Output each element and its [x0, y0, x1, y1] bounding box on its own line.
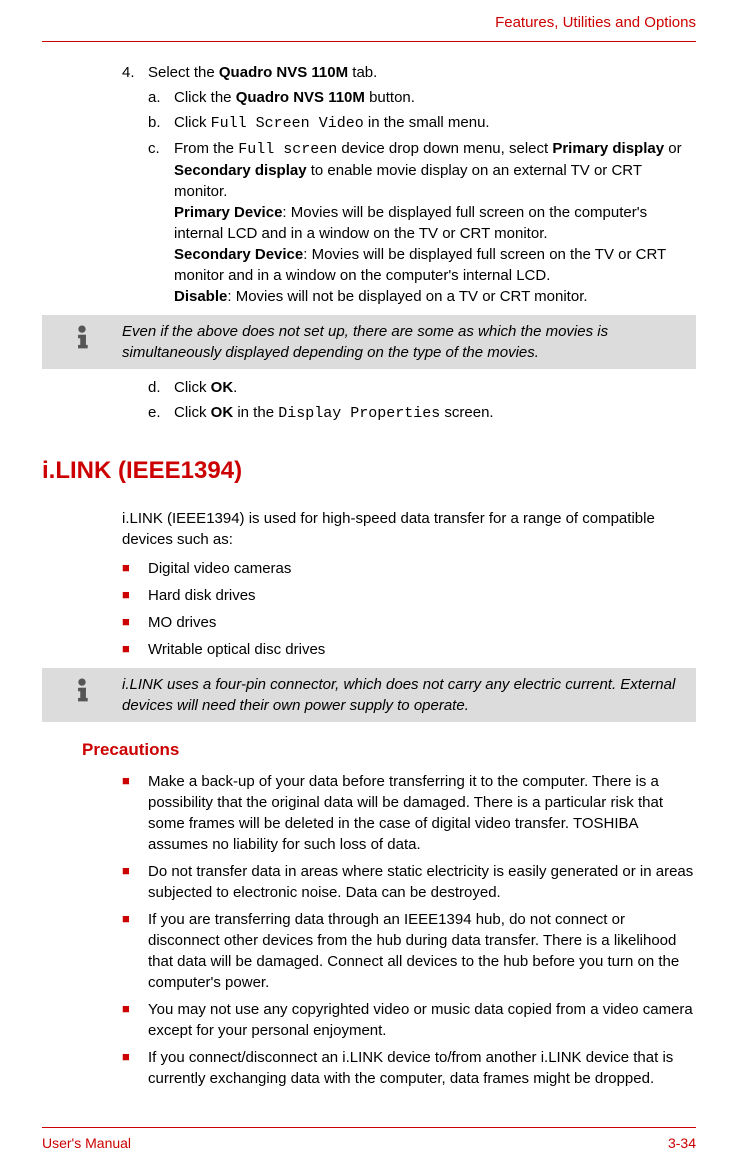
sub-body: From the Full screen device drop down me… — [174, 138, 696, 307]
list-item: ■ Make a back-up of your data before tra… — [122, 771, 696, 855]
list-text: If you are transferring data through an … — [148, 909, 696, 993]
sub-steps: a. Click the Quadro NVS 110M button. b. … — [122, 87, 696, 307]
note-text: i.LINK uses a four-pin connector, which … — [122, 674, 686, 716]
mono-text: Full Screen Video — [211, 115, 364, 132]
step-text: Select the Quadro NVS 110M tab. — [148, 62, 377, 83]
text: From the — [174, 140, 238, 157]
text: or — [664, 140, 682, 157]
text: Click the — [174, 89, 236, 106]
text: Select the — [148, 64, 219, 81]
ilink-list: ■ Digital video cameras ■ Hard disk driv… — [122, 558, 696, 660]
list-text: Do not transfer data in areas where stat… — [148, 861, 696, 903]
text: device drop down menu, select — [337, 140, 552, 157]
precautions-heading: Precautions — [82, 738, 696, 762]
bold-text: Primary display — [552, 140, 664, 157]
sub-body: Click OK in the Display Properties scree… — [174, 402, 696, 424]
list-item: ■ Do not transfer data in areas where st… — [122, 861, 696, 903]
text: : Movies will not be displayed on a TV o… — [227, 288, 587, 305]
list-item: ■ Hard disk drives — [122, 585, 696, 606]
sub-steps-cont: d. Click OK. e. Click OK in the Display … — [122, 377, 696, 424]
sub-letter: c. — [148, 138, 174, 307]
list-text: MO drives — [148, 612, 696, 633]
sub-letter: b. — [148, 112, 174, 134]
bullet-icon: ■ — [122, 612, 148, 633]
sub-step-b: b. Click Full Screen Video in the small … — [148, 112, 696, 134]
note-box-2: i.LINK uses a four-pin connector, which … — [42, 668, 696, 722]
mono-text: Display Properties — [278, 405, 440, 422]
text: Click — [174, 404, 211, 421]
footer-rule — [42, 1127, 696, 1128]
bold-text: OK — [211, 404, 234, 421]
sub-step-d: d. Click OK. — [148, 377, 696, 398]
list-item: ■ If you are transferring data through a… — [122, 909, 696, 993]
sub-body: Click Full Screen Video in the small men… — [174, 112, 696, 134]
footer: User's Manual 3-34 — [42, 1127, 696, 1154]
bullet-icon: ■ — [122, 861, 148, 903]
step-4: 4. Select the Quadro NVS 110M tab. — [122, 62, 696, 83]
text: . — [233, 379, 237, 396]
bold-text: Secondary Device — [174, 246, 303, 263]
bullet-icon: ■ — [122, 1047, 148, 1089]
sub-step-e: e. Click OK in the Display Properties sc… — [148, 402, 696, 424]
note-text: Even if the above does not set up, there… — [122, 321, 686, 363]
bullet-icon: ■ — [122, 558, 148, 579]
ilink-heading: i.LINK (IEEE1394) — [42, 454, 696, 488]
bold-text: Secondary display — [174, 162, 307, 179]
list-text: Hard disk drives — [148, 585, 696, 606]
list-text: Writable optical disc drives — [148, 639, 696, 660]
info-icon — [42, 321, 122, 351]
info-icon — [42, 674, 122, 704]
bullet-icon: ■ — [122, 639, 148, 660]
list-text: Digital video cameras — [148, 558, 696, 579]
list-item: ■ You may not use any copyrighted video … — [122, 999, 696, 1041]
text: Click — [174, 114, 211, 131]
list-text: You may not use any copyrighted video or… — [148, 999, 696, 1041]
sub-step-c: c. From the Full screen device drop down… — [148, 138, 696, 307]
header-section-title: Features, Utilities and Options — [42, 12, 696, 33]
footer-left: User's Manual — [42, 1134, 131, 1154]
note-box-1: Even if the above does not set up, there… — [42, 315, 696, 369]
bold-text: Disable — [174, 288, 227, 305]
bullet-icon: ■ — [122, 771, 148, 855]
main-content: 4. Select the Quadro NVS 110M tab. a. Cl… — [42, 62, 696, 1089]
list-item: ■ Digital video cameras — [122, 558, 696, 579]
list-item: ■ If you connect/disconnect an i.LINK de… — [122, 1047, 696, 1089]
text: in the small menu. — [364, 114, 490, 131]
bullet-icon: ■ — [122, 999, 148, 1041]
precautions-list: ■ Make a back-up of your data before tra… — [122, 771, 696, 1089]
list-text: Make a back-up of your data before trans… — [148, 771, 696, 855]
list-text: If you connect/disconnect an i.LINK devi… — [148, 1047, 696, 1089]
footer-page-number: 3-34 — [668, 1134, 696, 1154]
bold-text: Quadro NVS 110M — [219, 64, 348, 81]
sub-step-a: a. Click the Quadro NVS 110M button. — [148, 87, 696, 108]
sub-body: Click the Quadro NVS 110M button. — [174, 87, 696, 108]
step-number: 4. — [122, 62, 148, 83]
list-item: ■ Writable optical disc drives — [122, 639, 696, 660]
list-item: ■ MO drives — [122, 612, 696, 633]
bullet-icon: ■ — [122, 585, 148, 606]
text: in the — [233, 404, 278, 421]
text: Click — [174, 379, 211, 396]
header-rule — [42, 41, 696, 42]
sub-body: Click OK. — [174, 377, 696, 398]
bullet-icon: ■ — [122, 909, 148, 993]
sub-letter: d. — [148, 377, 174, 398]
sub-letter: e. — [148, 402, 174, 424]
footer-row: User's Manual 3-34 — [42, 1134, 696, 1154]
bold-text: Primary Device — [174, 204, 282, 221]
mono-text: Full screen — [238, 141, 337, 158]
bold-text: Quadro NVS 110M — [236, 89, 365, 106]
bold-text: OK — [211, 379, 234, 396]
ilink-intro: i.LINK (IEEE1394) is used for high-speed… — [122, 508, 696, 550]
sub-letter: a. — [148, 87, 174, 108]
text: screen. — [440, 404, 493, 421]
text: tab. — [348, 64, 377, 81]
text: button. — [365, 89, 415, 106]
